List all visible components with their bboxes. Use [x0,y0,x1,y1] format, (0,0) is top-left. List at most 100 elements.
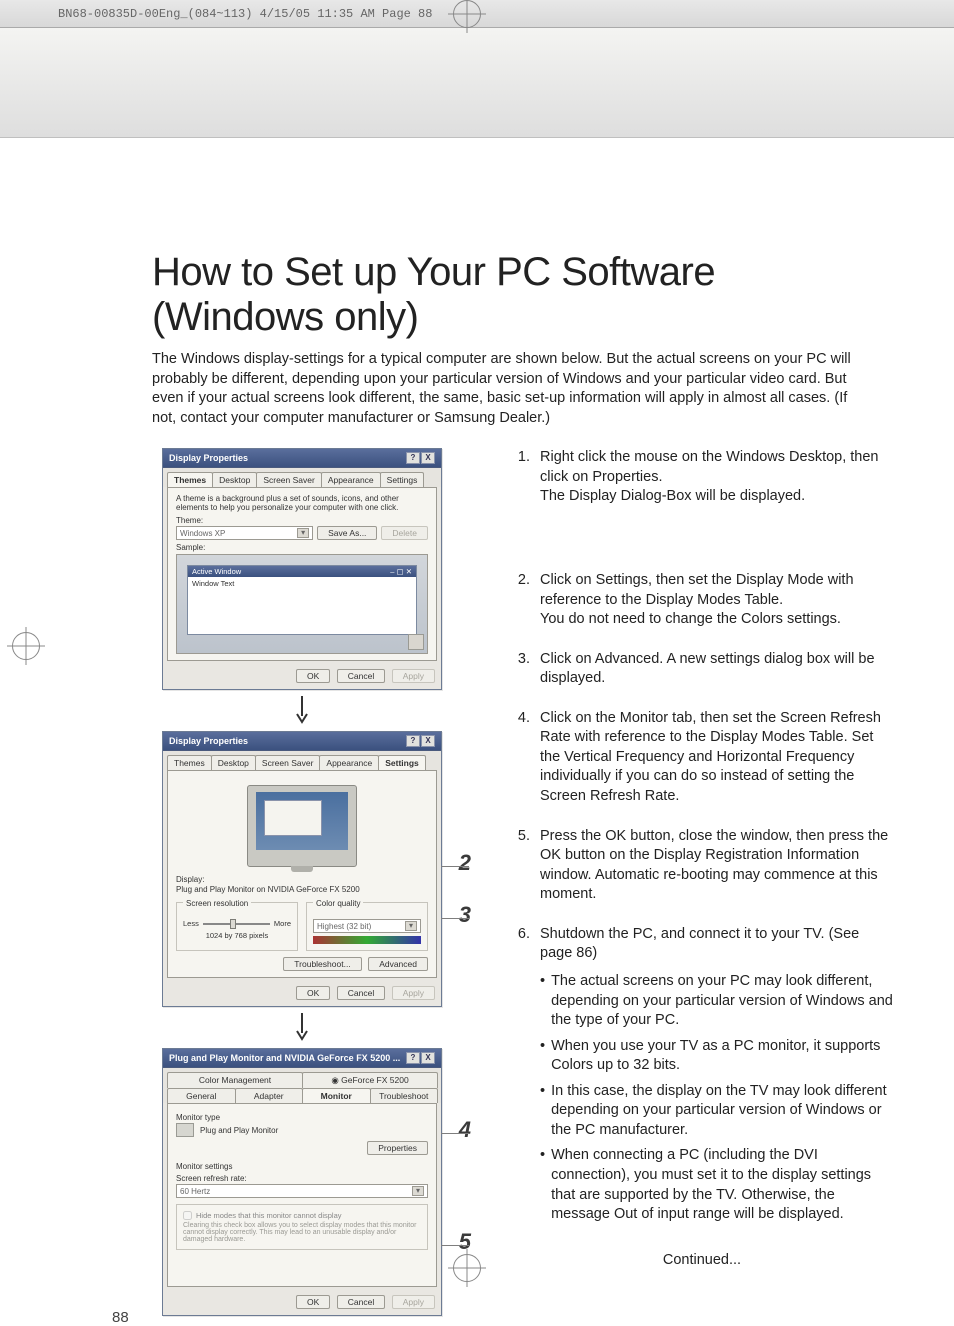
dialog2-cancel-button[interactable]: Cancel [337,986,385,1000]
display-properties-settings-dialog: Display Properties ?X Themes Desktop Scr… [162,731,442,1007]
step-body: Click on the Monitor tab, then set the S… [540,709,894,807]
close-icon[interactable]: X [421,452,435,464]
dialog3-cancel-button[interactable]: Cancel [337,1295,385,1309]
dialog3-ok-button[interactable]: OK [296,1295,330,1309]
monitor-icon [176,1123,194,1137]
bullet-item: In this case, the display on the TV may … [540,1082,894,1141]
registration-mark-left [12,632,40,660]
step-item: 6.Shutdown the PC, and connect it to you… [510,925,894,1231]
arrow-down-icon [152,1013,452,1046]
dialog2-ok-button[interactable]: OK [296,986,330,1000]
hide-modes-checkbox[interactable]: Hide modes that this monitor cannot disp… [183,1211,421,1220]
bullet-item: When connecting a PC (including the DVI … [540,1146,894,1224]
tab-themes[interactable]: Themes [167,472,213,487]
monitor-settings-label: Monitor settings [176,1162,428,1171]
dialog2-window-buttons: ?X [405,735,435,747]
tab-appearance[interactable]: Appearance [321,472,381,487]
tab-desktop[interactable]: Desktop [211,755,256,770]
dialog1-description: A theme is a background plus a set of so… [176,494,428,512]
resolution-value: 1024 by 768 pixels [183,931,291,940]
dialog3-title: Plug and Play Monitor and NVIDIA GeForce… [169,1053,400,1063]
sample-window-buttons: – ▢ ✕ [390,567,412,576]
troubleshoot-button[interactable]: Troubleshoot... [283,957,361,971]
callout-number-4: 4 [459,1117,471,1143]
dialog3-tabs-row1: Color Management ◉ GeForce FX 5200 [163,1068,441,1088]
step-item: 2.Click on Settings, then set the Displa… [510,571,894,630]
tab-troubleshoot[interactable]: Troubleshoot [370,1088,439,1103]
instructions-column: 1.Right click the mouse on the Windows D… [510,448,894,1270]
tab-monitor[interactable]: Monitor [302,1088,371,1103]
step-body: Press the OK button, close the window, t… [540,827,894,905]
monitor-type-label: Monitor type [176,1113,428,1122]
help-icon[interactable]: ? [406,1052,420,1064]
steps-list: 1.Right click the mouse on the Windows D… [510,448,894,1230]
dialog1-apply-button: Apply [392,669,435,683]
dialog1-tabs: Themes Desktop Screen Saver Appearance S… [163,468,441,487]
callout-number-2: 2 [459,850,471,876]
callout-line [441,1133,469,1134]
registration-mark-top [453,0,481,28]
chevron-down-icon: ▾ [405,921,417,931]
bullet-item: The actual screens on your PC may look d… [540,972,894,1031]
tab-geforce[interactable]: ◉ GeForce FX 5200 [302,1072,438,1088]
res-less-label: Less [183,919,199,928]
theme-dropdown[interactable]: Windows XP▾ [176,526,313,540]
close-icon[interactable]: X [421,1052,435,1064]
step-body: Click on Settings, then set the Display … [540,571,894,630]
dialog1-title: Display Properties [169,453,248,463]
res-more-label: More [274,919,291,928]
tab-general[interactable]: General [167,1088,236,1103]
tab-screen-saver[interactable]: Screen Saver [255,755,321,770]
sample-preview: Active Window – ▢ ✕ Window Text [176,554,428,654]
theme-label: Theme: [176,516,428,525]
sample-window-text: Window Text [188,577,416,590]
refresh-rate-value: 60 Hertz [180,1187,210,1196]
display-label: Display: [176,875,428,884]
step-item: 4.Click on the Monitor tab, then set the… [510,709,894,807]
tab-themes[interactable]: Themes [167,755,212,770]
page-number: 88 [112,1309,129,1326]
tab-adapter[interactable]: Adapter [235,1088,304,1103]
sample-label: Sample: [176,543,428,552]
step-number: 6. [510,925,530,1231]
step-number: 5. [510,827,530,905]
refresh-rate-label: Screen refresh rate: [176,1174,428,1183]
monitor-properties-dialog: Plug and Play Monitor and NVIDIA GeForce… [162,1048,442,1316]
dialog1-cancel-button[interactable]: Cancel [337,669,385,683]
continued-label: Continued... [510,1251,894,1271]
dialog1-window-buttons: ?X [405,452,435,464]
screen-resolution-label: Screen resolution [183,899,251,908]
tab-appearance[interactable]: Appearance [319,755,379,770]
hide-modes-label: Hide modes that this monitor cannot disp… [196,1211,342,1220]
dialog2-title: Display Properties [169,736,248,746]
tab-settings[interactable]: Settings [378,755,426,770]
help-icon[interactable]: ? [406,452,420,464]
refresh-rate-dropdown[interactable]: 60 Hertz▾ [176,1184,428,1198]
bullet-item: When you use your TV as a PC monitor, it… [540,1037,894,1076]
dialog1-ok-button[interactable]: OK [296,669,330,683]
recycle-bin-icon [408,634,424,650]
dialog3-tabs-row2: General Adapter Monitor Troubleshoot [163,1088,441,1103]
help-icon[interactable]: ? [406,735,420,747]
intro-paragraph: The Windows display-settings for a typic… [152,350,872,428]
tab-settings[interactable]: Settings [380,472,425,487]
tab-color-management[interactable]: Color Management [167,1072,303,1088]
step-number: 4. [510,709,530,807]
nvidia-eye-icon: ◉ [331,1075,341,1085]
screenshots-column: Display Properties ?X Themes Desktop Scr… [152,448,452,1316]
tab-screen-saver[interactable]: Screen Saver [256,472,322,487]
monitor-type-value: Plug and Play Monitor [200,1126,278,1135]
callout-line [441,866,469,867]
tab-desktop[interactable]: Desktop [212,472,257,487]
advanced-button[interactable]: Advanced [368,957,428,971]
monitor-properties-button[interactable]: Properties [367,1141,428,1155]
monitor-preview-icon [247,785,357,867]
theme-value: Windows XP [180,529,225,538]
step-number: 3. [510,650,530,689]
dialog3-window-buttons: ?X [405,1052,435,1064]
resolution-slider[interactable]: Less More [183,919,291,928]
save-as-button[interactable]: Save As... [317,526,377,540]
callout-number-3: 3 [459,902,471,928]
close-icon[interactable]: X [421,735,435,747]
color-quality-dropdown[interactable]: Highest (32 bit)▾ [313,919,421,933]
